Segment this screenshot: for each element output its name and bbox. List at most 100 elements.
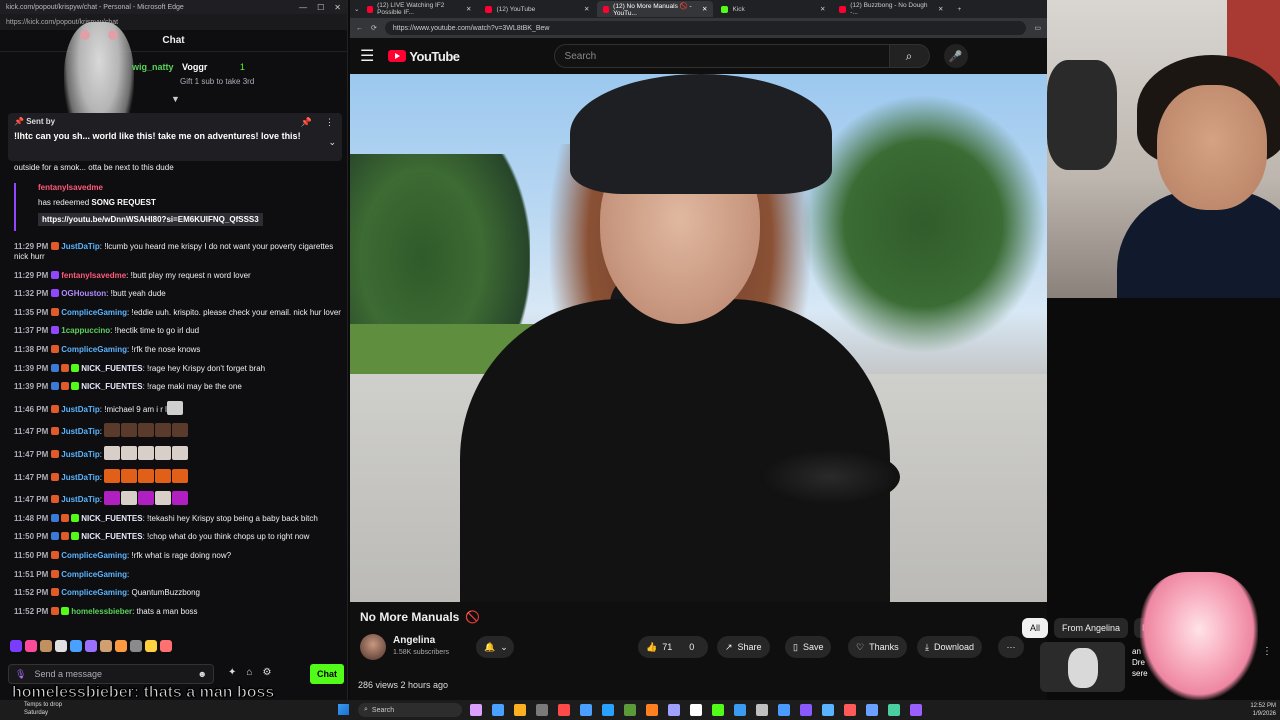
split-screen-icon[interactable]: ▭	[1034, 24, 1041, 32]
taskbar-app-icon[interactable]	[624, 704, 636, 716]
windows-start-icon[interactable]	[338, 704, 349, 715]
chat-username[interactable]: JustDaTip	[61, 450, 100, 459]
browser-tab[interactable]: (12) LIVE Watching IF2 Possible IF... ✕	[361, 1, 477, 17]
quick-emote-icon[interactable]	[10, 640, 22, 652]
quick-emote-icon[interactable]	[70, 640, 82, 652]
taskbar-app-icon[interactable]	[778, 704, 790, 716]
taskbar-search[interactable]: ⌕ Search	[358, 703, 462, 717]
back-icon[interactable]: ←	[356, 25, 363, 32]
taskbar-app-icon[interactable]	[734, 704, 746, 716]
more-vertical-icon[interactable]: ⋮	[1262, 646, 1272, 657]
quick-emote-icon[interactable]	[85, 640, 97, 652]
chat-username[interactable]: homelessbieber	[71, 607, 132, 616]
system-clock[interactable]: 12:52 PM 1/9/2026	[1250, 702, 1276, 718]
chat-username[interactable]: CompliceGaming	[61, 570, 127, 579]
tab-close-icon[interactable]: ✕	[820, 5, 825, 13]
taskbar-app-icon[interactable]	[580, 704, 592, 716]
search-button[interactable]: ⌕	[889, 44, 930, 68]
chat-url-bar[interactable]: https://kick.com/popout/krispyw/chat	[0, 14, 347, 30]
tab-close-icon[interactable]: ✕	[466, 5, 471, 13]
chevron-down-icon[interactable]: ⌄	[328, 137, 336, 148]
url-field[interactable]: https://www.youtube.com/watch?v=3WL8tBK_…	[384, 21, 1027, 35]
gift-recipient[interactable]: Voggr	[182, 62, 207, 72]
browser-tab[interactable]: (12) YouTube ✕	[479, 1, 595, 17]
thanks-button[interactable]: ♡ Thanks	[848, 636, 907, 658]
thumbs-up-icon[interactable]: 👍	[646, 642, 657, 653]
channel-name[interactable]: Angelina	[393, 635, 435, 646]
tab-close-icon[interactable]: ✕	[584, 5, 589, 13]
youtube-logo[interactable]: YouTube	[388, 49, 460, 64]
taskbar-app-icon[interactable]	[888, 704, 900, 716]
taskbar-app-icon[interactable]	[844, 704, 856, 716]
taskbar-app-icon[interactable]	[690, 704, 702, 716]
related-video-thumbnail[interactable]	[1040, 642, 1125, 692]
taskbar-app-icon[interactable]	[514, 704, 526, 716]
chat-username[interactable]: CompliceGaming	[61, 551, 127, 560]
close-icon[interactable]: ✕	[334, 3, 341, 12]
chat-username[interactable]: JustDaTip	[61, 495, 100, 504]
browser-tab[interactable]: (12) No More Manuals 🚫 - YouTu... ✕	[597, 1, 714, 17]
taskbar-app-icon[interactable]	[602, 704, 614, 716]
redeem-user[interactable]: fentanylsavedme	[38, 183, 340, 192]
related-filter-chip[interactable]: From Angelina	[1054, 618, 1129, 638]
minimize-icon[interactable]: —	[299, 3, 307, 12]
taskbar-app-icon[interactable]	[800, 704, 812, 716]
emoji-picker-icon[interactable]: ☻	[198, 669, 207, 679]
tab-close-icon[interactable]: ✕	[938, 5, 943, 13]
like-dislike-button[interactable]: 👍 71 0	[638, 636, 708, 658]
hamburger-menu-icon[interactable]: ☰	[360, 46, 374, 66]
quick-emote-icon[interactable]	[145, 640, 157, 652]
maximize-icon[interactable]: ☐	[317, 3, 324, 12]
send-message-input[interactable]: 🎙 Send a message ☻	[8, 664, 214, 684]
channel-avatar[interactable]	[360, 634, 386, 660]
chat-username[interactable]: fentanylsavedme	[61, 271, 126, 280]
taskbar-app-icon[interactable]	[558, 704, 570, 716]
redeem-link[interactable]: https://youtu.be/wDnnWSAHI80?si=EM6KUIFN…	[38, 213, 263, 226]
chat-username[interactable]: JustDaTip	[61, 242, 100, 251]
chat-username[interactable]: CompliceGaming	[61, 308, 127, 317]
gift-icon[interactable]: ✦	[228, 667, 236, 678]
taskbar-app-icon[interactable]	[470, 704, 482, 716]
more-options-icon[interactable]: ⋮	[325, 117, 334, 128]
taskbar-app-icon[interactable]	[646, 704, 658, 716]
reload-icon[interactable]: ⟳	[371, 24, 377, 32]
taskbar-app-icon[interactable]	[668, 704, 680, 716]
taskbar-app-icon[interactable]	[712, 704, 724, 716]
collapse-arrow-icon[interactable]: ▼	[171, 94, 180, 104]
voice-search-button[interactable]: 🎤	[943, 44, 968, 68]
store-icon[interactable]: ⌂	[246, 667, 252, 678]
browser-tab[interactable]: Kick ✕	[715, 1, 831, 17]
notification-bell-button[interactable]: 🔔 ⌄	[476, 636, 514, 658]
taskbar-app-icon[interactable]	[492, 704, 504, 716]
chat-send-button[interactable]: Chat	[310, 664, 344, 684]
gifter-name[interactable]: wig_natty	[132, 62, 174, 72]
download-button[interactable]: ⤓ Download	[917, 636, 983, 658]
quick-emote-icon[interactable]	[130, 640, 142, 652]
chat-username[interactable]: JustDaTip	[61, 405, 100, 414]
chat-username[interactable]: 1cappuccino	[61, 326, 110, 335]
search-input[interactable]: Search	[553, 44, 890, 68]
taskbar-app-icon[interactable]	[910, 704, 922, 716]
save-button[interactable]: ▯ Save	[785, 636, 832, 658]
tab-close-icon[interactable]: ✕	[702, 5, 707, 13]
chat-username[interactable]: JustDaTip	[61, 427, 100, 436]
tab-list-chevron-icon[interactable]: ⌄	[354, 5, 359, 13]
browser-tab[interactable]: (12) Buzzbong - No Dough -... ✕	[833, 1, 949, 17]
unpin-icon[interactable]: 📌	[301, 117, 312, 128]
new-tab-icon[interactable]: +	[957, 6, 961, 13]
quick-emote-icon[interactable]	[160, 640, 172, 652]
chat-username[interactable]: NICK_FUENTES	[81, 532, 142, 541]
quick-emote-icon[interactable]	[55, 640, 67, 652]
weather-widget[interactable]: Temps to drop Saturday	[24, 701, 62, 717]
quick-emote-icon[interactable]	[100, 640, 112, 652]
chat-username[interactable]: CompliceGaming	[61, 588, 127, 597]
quick-emote-icon[interactable]	[40, 640, 52, 652]
taskbar-app-icon[interactable]	[866, 704, 878, 716]
chat-username[interactable]: OGHouston	[61, 289, 106, 298]
share-button[interactable]: ↗ Share	[717, 636, 770, 658]
video-player[interactable]	[350, 74, 1047, 602]
taskbar-app-icon[interactable]	[822, 704, 834, 716]
microphone-icon[interactable]: 🎙	[15, 669, 26, 680]
quick-emote-icon[interactable]	[25, 640, 37, 652]
chat-username[interactable]: JustDaTip	[61, 473, 100, 482]
